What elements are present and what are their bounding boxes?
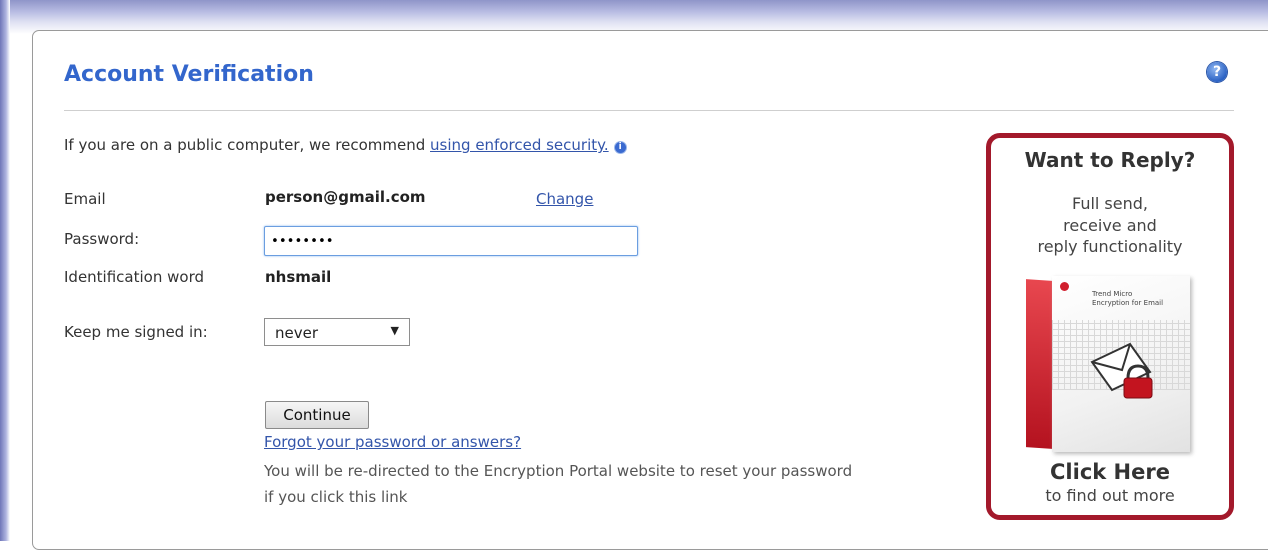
email-value: person@gmail.com — [265, 188, 426, 206]
product-box-side — [1026, 279, 1052, 449]
product-box-image: Trend Micro Encryption for Email — [1026, 276, 1194, 452]
keep-signed-in-value: never — [275, 324, 319, 342]
notice-text: If you are on a public computer, we reco… — [64, 136, 431, 154]
promo-title: Want to Reply? — [1024, 148, 1196, 172]
product-box-label-line-1: Trend Micro — [1092, 290, 1133, 298]
password-input[interactable] — [264, 226, 638, 256]
product-box-label: Trend Micro Encryption for Email — [1092, 290, 1163, 308]
page-title: Account Verification — [64, 62, 314, 87]
email-label: Email — [64, 190, 106, 208]
redirect-note: You will be re-directed to the Encryptio… — [264, 462, 853, 506]
enforced-security-link[interactable]: using enforced security. — [430, 136, 609, 154]
change-email-link[interactable]: Change — [536, 190, 593, 208]
forgot-password-link[interactable]: Forgot your password or answers? — [264, 433, 521, 451]
info-icon[interactable]: i — [614, 142, 626, 153]
chevron-down-icon: ▼ — [390, 324, 399, 337]
promo-line-1: Full send, — [1071, 194, 1148, 213]
promo-line-3: reply functionality — [1037, 237, 1183, 256]
product-box-label-line-2: Encryption for Email — [1092, 299, 1164, 307]
find-out-more-label: to find out more — [1045, 486, 1175, 505]
continue-button[interactable]: Continue — [265, 401, 369, 429]
want-to-reply-promo[interactable]: Want to Reply? Full send, receive and re… — [986, 133, 1234, 520]
public-computer-notice: If you are on a public computer, we reco… — [64, 136, 626, 154]
brand-logo-icon — [1060, 282, 1069, 291]
window-frame-left — [0, 0, 10, 541]
title-divider — [64, 110, 1234, 111]
password-label: Password: — [64, 230, 140, 248]
identification-word-value: nhsmail — [265, 268, 332, 286]
keep-signed-in-label: Keep me signed in: — [64, 323, 208, 341]
help-icon[interactable]: ? — [1207, 62, 1227, 82]
keep-signed-in-select[interactable]: never ▼ — [264, 318, 410, 346]
product-box-front: Trend Micro Encryption for Email — [1052, 276, 1190, 452]
identification-word-label: Identification word — [64, 268, 204, 286]
promo-line-2: receive and — [1063, 216, 1157, 235]
click-here-label: Click Here — [1050, 460, 1170, 484]
encrypted-envelope-icon — [1090, 342, 1153, 399]
